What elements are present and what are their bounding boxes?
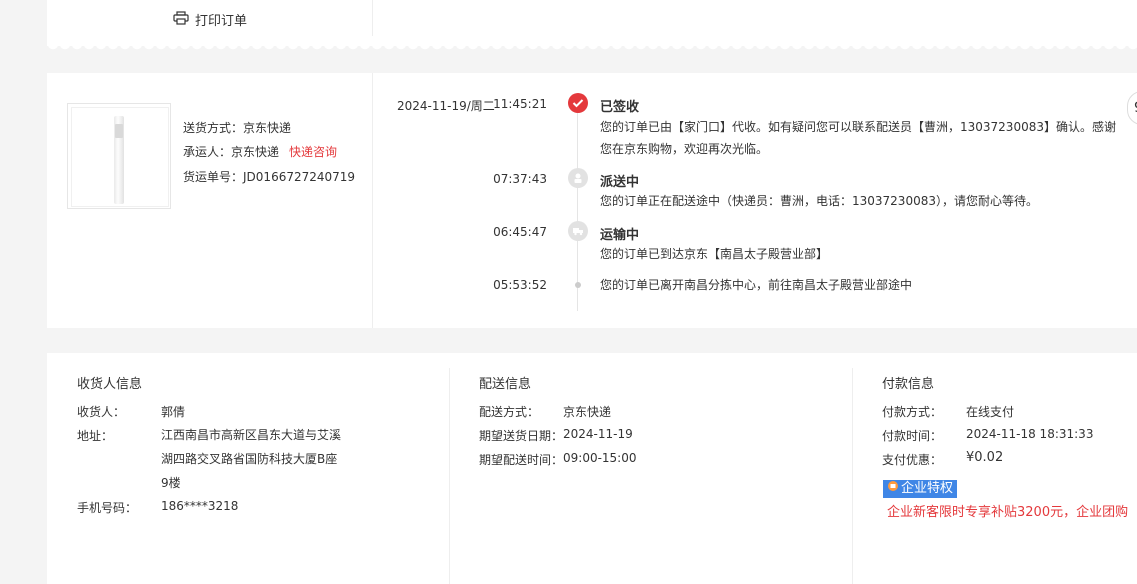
printer-icon [173,10,189,29]
delivery-title: 配送信息 [479,377,532,392]
carrier-label: 承运人： [183,145,232,159]
top-panel: 打印订单 [47,0,1137,46]
recipient-name-label: 收货人： [77,405,126,419]
divider [372,73,373,328]
event-title: 派送中 [600,175,640,190]
product-image [71,107,169,207]
event-time: 06:45:47 [493,225,547,239]
event-time: 07:37:43 [493,172,547,186]
waybill: 货运单号：JD0166727240719 [183,168,355,185]
side-chip[interactable]: 9 [1127,91,1137,125]
enterprise-badge-label: 企业特权 [901,481,954,496]
carrier: 承运人：京东快递 快递咨询 [183,143,337,160]
event-time: 11:45:21 [493,97,547,111]
check-icon [568,93,588,113]
payment-discount-label: 支付优惠： [882,453,943,467]
phone-value: 186****3218 [161,499,239,513]
tracking-panel: 送货方式：京东快递 承运人：京东快递 快递咨询 货运单号：JD0166727240… [47,73,1137,328]
carrier-value: 京东快递 [231,145,280,159]
waybill-value: JD0166727240719 [243,170,356,184]
shipping-method: 送货方式：京东快递 [183,119,291,136]
event-desc: 您的订单已离开南昌分拣中心，前往南昌太子殿营业部途中 [600,278,913,292]
divider [449,368,450,584]
event-desc: 您的订单正在配送途中（快递员：曹洲，电话：13037230083），请您耐心等待… [600,194,1038,208]
delivery-method-value: 京东快递 [563,405,612,419]
product-cap [115,124,123,138]
courier-icon [568,168,588,188]
enterprise-badge[interactable]: 企业特权 [883,480,958,498]
payment-time-label: 付款时间： [882,429,943,443]
scallop-edge [47,44,1137,52]
payment-title: 付款信息 [882,377,935,392]
event-desc: 您的订单已到达京东【南昌太子殿营业部】 [600,247,829,261]
delivery-time-value: 09:00-15:00 [563,451,637,465]
truck-icon [568,221,588,241]
phone-label: 手机号码： [77,501,138,515]
event-time: 05:53:52 [493,278,547,292]
payment-method-label: 付款方式： [882,405,943,419]
delivery-method-label: 配送方式： [479,405,540,419]
recipient-title: 收货人信息 [77,377,143,392]
event-title: 运输中 [600,228,640,243]
waybill-label: 货运单号： [183,170,244,184]
delivery-time-label: 期望配送时间： [479,453,564,467]
event-title: 已签收 [600,100,640,115]
shipping-method-label: 送货方式： [183,121,244,135]
address-label: 地址： [77,429,114,443]
timeline-line [577,103,578,311]
delivery-date-label: 期望送货日期： [479,429,564,443]
print-order-button[interactable]: 打印订单 [173,10,247,29]
timeline-dot [575,282,581,288]
print-order-label: 打印订单 [195,14,248,29]
divider [372,0,373,36]
payment-time-value: 2024-11-18 18:31:33 [966,427,1094,441]
info-panel: 收货人信息 收货人： 郭倩 地址： 江西南昌市高新区昌东大道与艾溪湖四路交叉路省… [47,353,1137,584]
product-thumbnail[interactable] [67,103,171,209]
address-value: 江西南昌市高新区昌东大道与艾溪湖四路交叉路省国防科技大厦B座9楼 [161,428,342,490]
courier-inquiry-link[interactable]: 快递咨询 [289,145,337,159]
enterprise-promo-link[interactable]: 企业新客限时专享补贴3200元，企业团购 [887,501,1128,520]
recipient-name-value: 郭倩 [161,405,186,419]
event-desc: 您的订单已由【家门口】代收。如有疑问您可以联系配送员【曹洲，1303723008… [600,120,1116,156]
payment-method-value: 在线支付 [966,405,1015,419]
delivery-date-value: 2024-11-19 [563,427,633,441]
shipping-method-value: 京东快递 [243,121,292,135]
payment-discount-value: ¥0.02 [966,450,1004,465]
divider [852,368,853,584]
enterprise-icon [887,480,899,498]
